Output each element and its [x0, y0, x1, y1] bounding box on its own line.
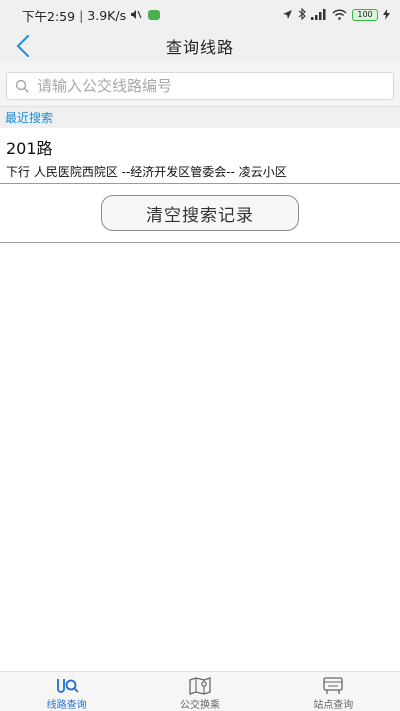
status-time: 下午2:59	[22, 8, 76, 24]
tab-label: 线路查询	[46, 700, 87, 711]
back-button[interactable]	[8, 30, 38, 62]
tab-label: 站点查询	[313, 700, 354, 711]
wechat-notification-icon	[148, 10, 161, 20]
back-arrow-icon	[16, 35, 30, 57]
network-speed: 3.9K/s	[87, 7, 127, 23]
location-icon	[282, 8, 293, 23]
bluetooth-icon	[298, 7, 306, 23]
page-title: 查询线路	[165, 38, 234, 57]
route-search-input[interactable]	[37, 77, 377, 95]
signal-icon	[311, 8, 327, 23]
status-bar: 下午2:59 | 3.9K/s 100	[0, 0, 400, 30]
tab-bus-transfer[interactable]: 公交换乘	[133, 672, 266, 711]
status-left: 下午2:59 | 3.9K/s	[22, 6, 161, 25]
tab-stop-search[interactable]: 站点查询	[267, 672, 400, 711]
bus-stop-icon	[320, 677, 346, 695]
transfer-map-icon	[187, 677, 213, 695]
clear-history-row: 清空搜索记录	[0, 185, 400, 243]
mute-icon	[130, 8, 142, 23]
route-detail: 下行 人民医院西院区 --经济开发区管委会-- 凌云小区	[6, 165, 287, 179]
status-separator: |	[79, 7, 84, 23]
title-bar: 查询线路	[0, 30, 400, 62]
tab-route-search[interactable]: 线路查询	[0, 672, 133, 711]
route-name: 201路	[6, 139, 53, 158]
recent-search-item[interactable]: 201路 下行 人民医院西院区 --经济开发区管委会-- 凌云小区	[0, 128, 400, 184]
tab-label: 公交换乘	[179, 700, 220, 711]
route-search-icon	[54, 677, 80, 695]
search-icon	[15, 79, 29, 93]
bottom-tab-bar: 线路查询 公交换乘 站点查询	[0, 671, 400, 711]
search-area	[0, 62, 400, 106]
wifi-icon	[332, 8, 347, 23]
recent-search-header: 最近搜索	[0, 106, 400, 128]
search-box[interactable]	[6, 72, 394, 100]
clear-history-button[interactable]: 清空搜索记录	[101, 195, 299, 231]
charging-icon	[383, 8, 390, 23]
status-right: 100	[282, 7, 390, 23]
battery-icon: 100	[352, 9, 378, 21]
recent-search-label: 最近搜索	[5, 111, 54, 125]
